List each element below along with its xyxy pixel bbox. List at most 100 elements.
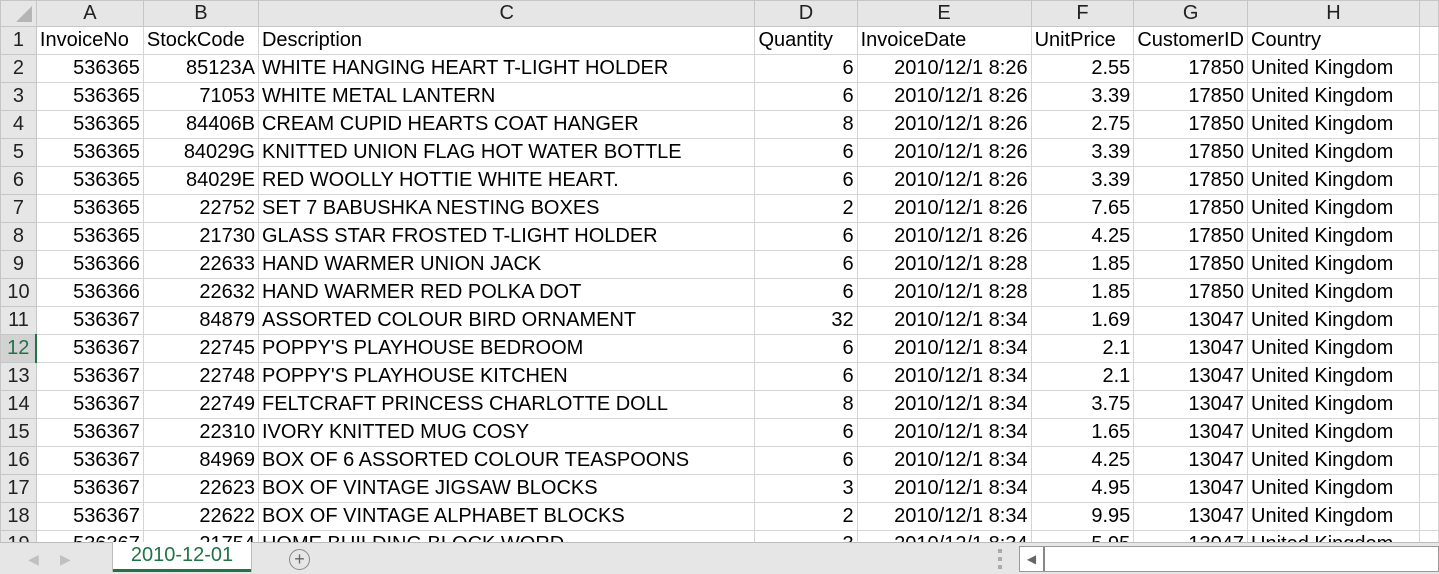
cell-G5[interactable]: 17850 bbox=[1133, 138, 1249, 167]
cell-F14[interactable]: 3.75 bbox=[1030, 390, 1135, 419]
cell-G10[interactable]: 17850 bbox=[1133, 278, 1249, 307]
cell-A5[interactable]: 536365 bbox=[35, 138, 144, 167]
cell-C11[interactable]: ASSORTED COLOUR BIRD ORNAMENT bbox=[257, 306, 756, 335]
cell-C8[interactable]: GLASS STAR FROSTED T-LIGHT HOLDER bbox=[257, 222, 756, 251]
cell-A17[interactable]: 536367 bbox=[35, 474, 144, 503]
cell-B5[interactable]: 84029G bbox=[142, 138, 259, 167]
cell-A8[interactable]: 536365 bbox=[35, 222, 144, 251]
cell-F13[interactable]: 2.1 bbox=[1030, 362, 1135, 391]
cell-G3[interactable]: 17850 bbox=[1133, 82, 1249, 111]
cell-D8[interactable]: 6 bbox=[754, 222, 858, 251]
row-header[interactable]: 11 bbox=[0, 306, 37, 335]
cell-F1[interactable]: UnitPrice bbox=[1030, 26, 1135, 55]
column-header-H[interactable]: H bbox=[1247, 0, 1420, 27]
cell-C19[interactable]: HOME BUILDING BLOCK WORD bbox=[257, 530, 756, 542]
cell-C10[interactable]: HAND WARMER RED POLKA DOT bbox=[257, 278, 756, 307]
cell-G15[interactable]: 13047 bbox=[1133, 418, 1249, 447]
cell-G4[interactable]: 17850 bbox=[1133, 110, 1249, 139]
cell-D7[interactable]: 2 bbox=[754, 194, 858, 223]
cell-empty[interactable] bbox=[1419, 278, 1439, 307]
cell-F16[interactable]: 4.25 bbox=[1030, 446, 1135, 475]
cell-B16[interactable]: 84969 bbox=[142, 446, 259, 475]
cell-G7[interactable]: 17850 bbox=[1133, 194, 1249, 223]
column-header-extra[interactable] bbox=[1419, 0, 1439, 27]
cell-E9[interactable]: 2010/12/1 8:28 bbox=[856, 250, 1032, 279]
cell-B12[interactable]: 22745 bbox=[142, 334, 259, 363]
cell-H18[interactable]: United Kingdom bbox=[1247, 502, 1420, 531]
cell-H5[interactable]: United Kingdom bbox=[1247, 138, 1420, 167]
cell-C17[interactable]: BOX OF VINTAGE JIGSAW BLOCKS bbox=[257, 474, 756, 503]
cell-H11[interactable]: United Kingdom bbox=[1247, 306, 1420, 335]
cell-F7[interactable]: 7.65 bbox=[1030, 194, 1135, 223]
cell-E14[interactable]: 2010/12/1 8:34 bbox=[856, 390, 1032, 419]
cell-empty[interactable] bbox=[1419, 138, 1439, 167]
cell-B15[interactable]: 22310 bbox=[142, 418, 259, 447]
cell-B3[interactable]: 71053 bbox=[142, 82, 259, 111]
cell-empty[interactable] bbox=[1419, 194, 1439, 223]
cell-empty[interactable] bbox=[1419, 166, 1439, 195]
row-header[interactable]: 14 bbox=[0, 390, 37, 419]
cell-empty[interactable] bbox=[1419, 306, 1439, 335]
cell-D18[interactable]: 2 bbox=[754, 502, 858, 531]
cell-D10[interactable]: 6 bbox=[754, 278, 858, 307]
cell-E6[interactable]: 2010/12/1 8:26 bbox=[856, 166, 1032, 195]
cell-C6[interactable]: RED WOOLLY HOTTIE WHITE HEART. bbox=[257, 166, 756, 195]
plus-circle-icon[interactable]: + bbox=[289, 549, 310, 570]
cell-B1[interactable]: StockCode bbox=[142, 26, 259, 55]
cell-D2[interactable]: 6 bbox=[754, 54, 858, 83]
cell-D6[interactable]: 6 bbox=[754, 166, 858, 195]
cell-C9[interactable]: HAND WARMER UNION JACK bbox=[257, 250, 756, 279]
cell-F10[interactable]: 1.85 bbox=[1030, 278, 1135, 307]
cell-C2[interactable]: WHITE HANGING HEART T-LIGHT HOLDER bbox=[257, 54, 756, 83]
cell-A19[interactable]: 536367 bbox=[35, 530, 144, 542]
cell-B11[interactable]: 84879 bbox=[142, 306, 259, 335]
cell-B18[interactable]: 22622 bbox=[142, 502, 259, 531]
cell-A16[interactable]: 536367 bbox=[35, 446, 144, 475]
cell-F2[interactable]: 2.55 bbox=[1030, 54, 1135, 83]
cell-C13[interactable]: POPPY'S PLAYHOUSE KITCHEN bbox=[257, 362, 756, 391]
cell-F12[interactable]: 2.1 bbox=[1030, 334, 1135, 363]
row-header[interactable]: 3 bbox=[0, 82, 37, 111]
column-header-B[interactable]: B bbox=[142, 0, 259, 27]
cell-A7[interactable]: 536365 bbox=[35, 194, 144, 223]
cell-E16[interactable]: 2010/12/1 8:34 bbox=[856, 446, 1032, 475]
cell-H16[interactable]: United Kingdom bbox=[1247, 446, 1420, 475]
row-header[interactable]: 16 bbox=[0, 446, 37, 475]
cell-C16[interactable]: BOX OF 6 ASSORTED COLOUR TEASPOONS bbox=[257, 446, 756, 475]
cell-B19[interactable]: 21754 bbox=[142, 530, 259, 542]
cell-empty[interactable] bbox=[1419, 222, 1439, 251]
row-header[interactable]: 19 bbox=[0, 530, 37, 542]
cell-G11[interactable]: 13047 bbox=[1133, 306, 1249, 335]
column-header-G[interactable]: G bbox=[1133, 0, 1249, 27]
cell-empty[interactable] bbox=[1419, 110, 1439, 139]
row-header[interactable]: 12 bbox=[0, 334, 38, 363]
row-header[interactable]: 15 bbox=[0, 418, 37, 447]
cell-A15[interactable]: 536367 bbox=[35, 418, 144, 447]
cell-H14[interactable]: United Kingdom bbox=[1247, 390, 1420, 419]
row-header[interactable]: 9 bbox=[0, 250, 37, 279]
cell-F5[interactable]: 3.39 bbox=[1030, 138, 1135, 167]
cell-empty[interactable] bbox=[1419, 502, 1439, 531]
cell-F4[interactable]: 2.75 bbox=[1030, 110, 1135, 139]
cell-H12[interactable]: United Kingdom bbox=[1247, 334, 1420, 363]
cell-G2[interactable]: 17850 bbox=[1133, 54, 1249, 83]
cell-B17[interactable]: 22623 bbox=[142, 474, 259, 503]
prev-sheet-icon[interactable]: ◀ bbox=[28, 551, 39, 568]
row-header[interactable]: 4 bbox=[0, 110, 37, 139]
cell-H4[interactable]: United Kingdom bbox=[1247, 110, 1420, 139]
cell-D1[interactable]: Quantity bbox=[754, 26, 858, 55]
row-header[interactable]: 17 bbox=[0, 474, 37, 503]
cell-B7[interactable]: 22752 bbox=[142, 194, 259, 223]
triangle-left-icon[interactable]: ◀ bbox=[1020, 547, 1045, 571]
spreadsheet-grid[interactable]: ABCDEFGH 1 InvoiceNo StockCode Description Q… bbox=[0, 0, 1439, 542]
cell-F18[interactable]: 9.95 bbox=[1030, 502, 1135, 531]
cell-E3[interactable]: 2010/12/1 8:26 bbox=[856, 82, 1032, 111]
cell-E19[interactable]: 2010/12/1 8:34 bbox=[856, 530, 1032, 542]
cell-A9[interactable]: 536366 bbox=[35, 250, 144, 279]
cell-E7[interactable]: 2010/12/1 8:26 bbox=[856, 194, 1032, 223]
cell-D9[interactable]: 6 bbox=[754, 250, 858, 279]
cell-G16[interactable]: 13047 bbox=[1133, 446, 1249, 475]
cell-empty[interactable] bbox=[1419, 446, 1439, 475]
cell-D3[interactable]: 6 bbox=[754, 82, 858, 111]
cell-empty[interactable] bbox=[1419, 362, 1439, 391]
